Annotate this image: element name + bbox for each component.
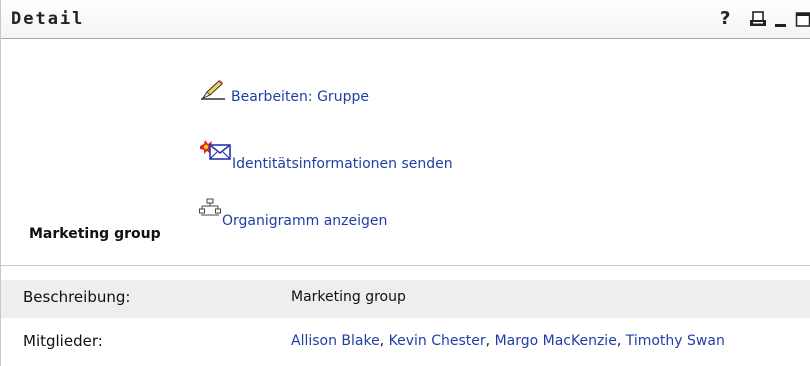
send-identity-label: Identitätsinformationen senden — [232, 156, 453, 172]
envelope-icon — [199, 140, 231, 168]
members-label: Mitglieder: — [23, 332, 103, 350]
portlet-title: Detail — [11, 9, 85, 29]
section-divider — [1, 265, 810, 266]
member-link[interactable]: Kevin Chester — [389, 333, 486, 349]
edit-group-label: Bearbeiten: Gruppe — [231, 89, 369, 105]
print-icon[interactable] — [749, 9, 767, 29]
portlet-titlebar: Detail ? — [1, 0, 810, 39]
member-separator: , — [485, 333, 495, 349]
member-separator: , — [379, 333, 389, 349]
members-row: Mitglieder: Allison Blake, Kevin Chester… — [1, 324, 810, 362]
members-list: Allison Blake, Kevin Chester, Margo MacK… — [291, 333, 725, 349]
member-link[interactable]: Allison Blake — [291, 333, 380, 349]
help-icon[interactable]: ? — [720, 9, 734, 29]
member-link[interactable]: Margo MacKenzie — [495, 333, 617, 349]
minimize-icon[interactable] — [774, 9, 788, 29]
description-value: Marketing group — [291, 289, 406, 305]
org-chart-link[interactable]: Organigramm anzeigen — [199, 198, 387, 229]
maximize-icon[interactable] — [795, 9, 810, 29]
group-name-heading: Marketing group — [29, 226, 161, 242]
pencil-icon — [199, 80, 229, 106]
description-label: Beschreibung: — [23, 288, 131, 306]
send-identity-link[interactable]: Identitätsinformationen senden — [199, 140, 453, 172]
org-chart-label: Organigramm anzeigen — [222, 213, 388, 229]
edit-group-link[interactable]: Bearbeiten: Gruppe — [199, 80, 369, 106]
member-link[interactable]: Timothy Swan — [626, 333, 725, 349]
detail-portlet: Detail ? Bearbeiten: Gruppe Identitätsin… — [0, 0, 810, 366]
description-row: Beschreibung: Marketing group — [1, 280, 810, 318]
member-separator: , — [616, 333, 626, 349]
org-chart-icon — [199, 198, 221, 222]
